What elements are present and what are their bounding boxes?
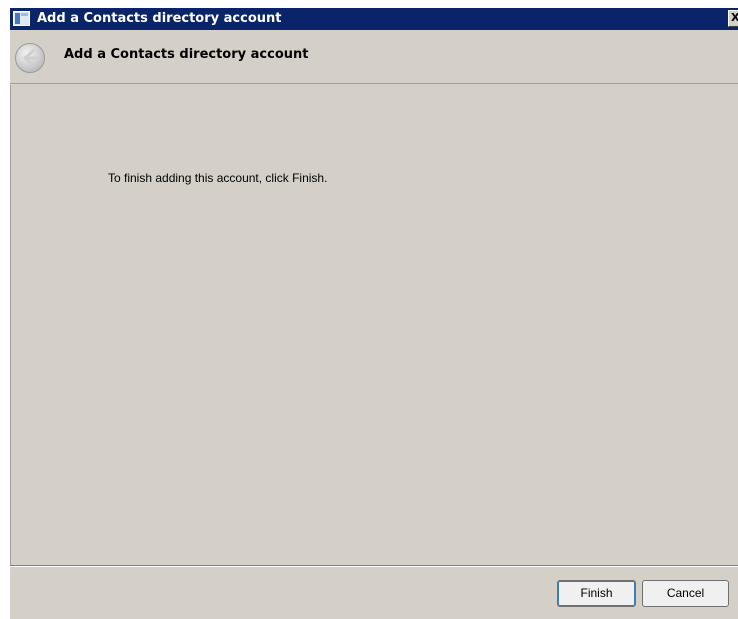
close-button[interactable]: X <box>728 10 738 27</box>
back-arrow-icon[interactable] <box>14 42 46 74</box>
wizard-content <box>10 85 738 565</box>
cancel-button[interactable]: Cancel <box>642 580 729 607</box>
finish-button[interactable]: Finish <box>557 580 636 607</box>
wizard-title: Add a Contacts directory account <box>64 47 309 62</box>
title-bar[interactable]: Add a Contacts directory account X <box>10 8 738 30</box>
dialog-window: Add a Contacts directory account X Add a… <box>10 8 738 619</box>
footer-divider-highlight <box>10 566 738 567</box>
app-window-icon <box>13 11 30 26</box>
wizard-header: Add a Contacts directory account <box>10 30 738 83</box>
header-divider <box>10 83 738 84</box>
content-border <box>10 85 11 565</box>
window-title: Add a Contacts directory account <box>37 11 282 26</box>
finish-instruction: To finish adding this account, click Fin… <box>108 171 328 185</box>
